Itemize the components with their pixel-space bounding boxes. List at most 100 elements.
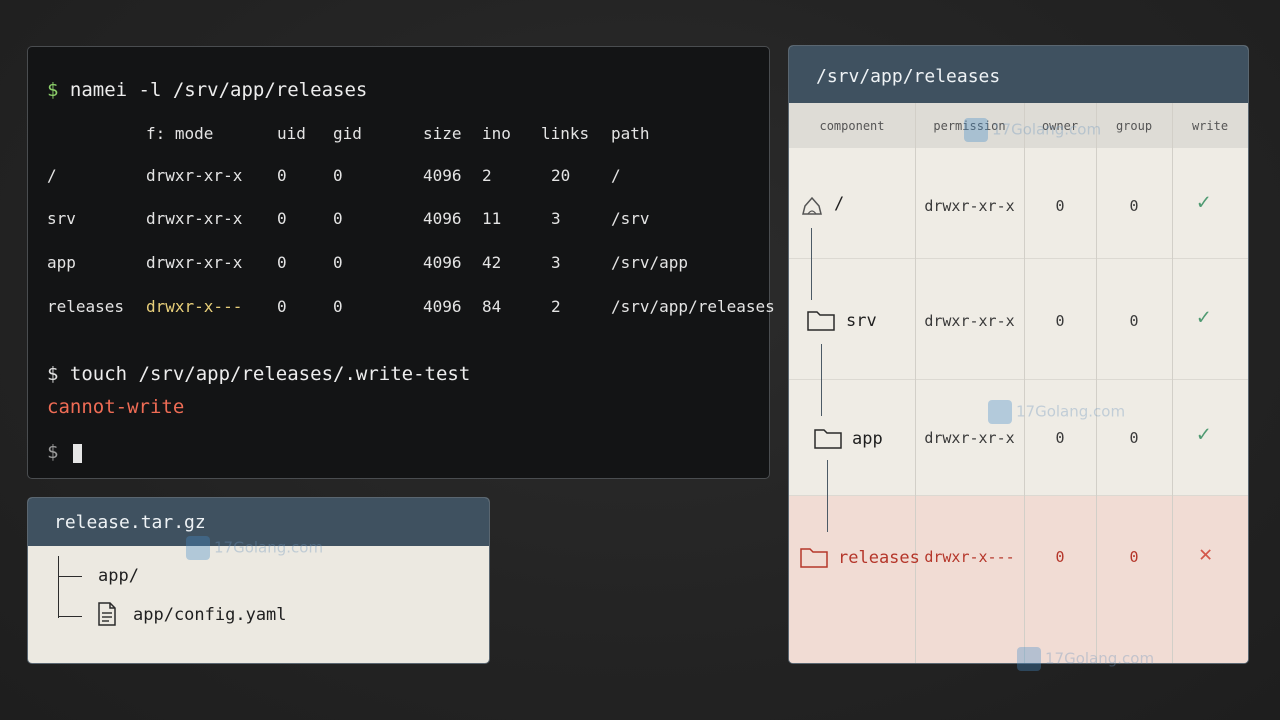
owner-value: 0 [1055, 548, 1065, 566]
row-path: /srv [611, 209, 650, 228]
row-size: 4096 [423, 209, 462, 228]
watermark-logo-icon [186, 536, 210, 560]
row-size: 4096 [423, 297, 462, 316]
path-panel-title: /srv/app/releases [789, 46, 1248, 103]
row-name: / [47, 166, 57, 185]
row-divider [789, 258, 1248, 259]
terminal-window[interactable]: $ namei -l /srv/app/releases f: mode uid… [27, 46, 775, 479]
component-name[interactable]: / [834, 194, 844, 214]
check-icon: ✓ [1197, 422, 1211, 447]
owner-value: 0 [1055, 429, 1065, 447]
tree-connector [58, 556, 59, 618]
permission-value: drwxr-xr-x [924, 429, 1015, 447]
tree-connector [58, 616, 82, 617]
row-mode-restricted: drwxr-x--- [146, 297, 243, 316]
file-icon [98, 602, 116, 630]
column-group: group [1115, 119, 1153, 133]
command-line-namei: $ namei -l /srv/app/releases [47, 79, 367, 101]
column-divider [915, 103, 916, 663]
watermark-logo-icon [964, 118, 988, 142]
watermark-logo-icon [1017, 647, 1041, 671]
permission-value-denied: drwxr-x--- [924, 548, 1015, 566]
watermark: 17Golang.com [988, 400, 1125, 424]
row-mode: drwxr-xr-x [146, 166, 243, 185]
row-mode: drwxr-xr-x [146, 253, 243, 272]
row-path: /srv/app/releases [611, 297, 775, 316]
command-text: touch /srv/app/releases/.write-test [69, 363, 471, 385]
header-size: size [423, 124, 462, 143]
path-connector [821, 344, 822, 416]
row-divider [789, 495, 1248, 496]
row-uid: 0 [277, 209, 287, 228]
folder-icon [807, 309, 835, 335]
prompt-symbol: $ [47, 363, 59, 385]
active-prompt: $ [47, 441, 59, 463]
path-connector [811, 228, 812, 300]
owner-value: 0 [1055, 312, 1065, 330]
column-divider [1024, 103, 1025, 663]
row-gid: 0 [333, 297, 343, 316]
command-text: namei -l /srv/app/releases [69, 79, 368, 101]
watermark: 17Golang.com [964, 118, 1101, 142]
error-output: cannot-write [47, 396, 185, 418]
column-write: write [1191, 119, 1229, 133]
row-name: releases [47, 297, 125, 316]
header-ino: ino [482, 124, 511, 143]
row-uid: 0 [277, 297, 287, 316]
tree-connector [58, 576, 82, 577]
archive-item-file[interactable]: app/config.yaml [133, 605, 287, 625]
watermark-logo-icon [988, 400, 1012, 424]
check-icon: ✓ [1197, 190, 1211, 215]
watermark: 17Golang.com [1017, 647, 1154, 671]
row-ino: 42 [482, 253, 502, 272]
folder-icon-denied [800, 546, 828, 572]
group-value: 0 [1129, 548, 1139, 566]
row-ino: 84 [482, 297, 502, 316]
row-gid: 0 [333, 166, 343, 185]
archive-panel: release.tar.gz app/ app/config.yaml [27, 497, 490, 664]
component-name[interactable]: srv [846, 311, 877, 331]
column-divider [1172, 103, 1173, 663]
archive-item-folder[interactable]: app/ [98, 566, 139, 586]
row-name: srv [47, 209, 76, 228]
column-component: component [819, 119, 885, 133]
row-gid: 0 [333, 209, 343, 228]
header-links: links [541, 124, 590, 143]
group-value: 0 [1129, 197, 1139, 215]
row-links: 3 [551, 253, 561, 272]
component-name-denied[interactable]: releases [838, 548, 920, 568]
row-highlight-denied [789, 495, 1248, 663]
row-path: /srv/app [611, 253, 689, 272]
permission-value: drwxr-xr-x [924, 312, 1015, 330]
header-uid: uid [277, 124, 306, 143]
folder-icon [814, 427, 842, 453]
permission-value: drwxr-xr-x [924, 197, 1015, 215]
root-icon [801, 196, 823, 220]
row-links: 2 [551, 297, 561, 316]
row-path: / [611, 166, 621, 185]
row-uid: 0 [277, 253, 287, 272]
row-gid: 0 [333, 253, 343, 272]
row-uid: 0 [277, 166, 287, 185]
row-name: app [47, 253, 76, 272]
row-links: 20 [551, 166, 571, 185]
row-ino: 11 [482, 209, 502, 228]
row-ino: 2 [482, 166, 492, 185]
prompt-symbol: $ [47, 79, 59, 101]
group-value: 0 [1129, 429, 1139, 447]
row-mode: drwxr-xr-x [146, 209, 243, 228]
row-divider [789, 379, 1248, 380]
row-size: 4096 [423, 166, 462, 185]
owner-value: 0 [1055, 197, 1065, 215]
component-name[interactable]: app [852, 429, 883, 449]
header-gid: gid [333, 124, 362, 143]
header-path: path [611, 124, 650, 143]
row-links: 3 [551, 209, 561, 228]
text-cursor[interactable] [73, 444, 82, 463]
group-value: 0 [1129, 312, 1139, 330]
cross-icon: ✕ [1199, 542, 1213, 567]
column-divider [1096, 103, 1097, 663]
check-icon: ✓ [1197, 305, 1211, 330]
row-size: 4096 [423, 253, 462, 272]
header-mode: f: mode [146, 124, 214, 143]
